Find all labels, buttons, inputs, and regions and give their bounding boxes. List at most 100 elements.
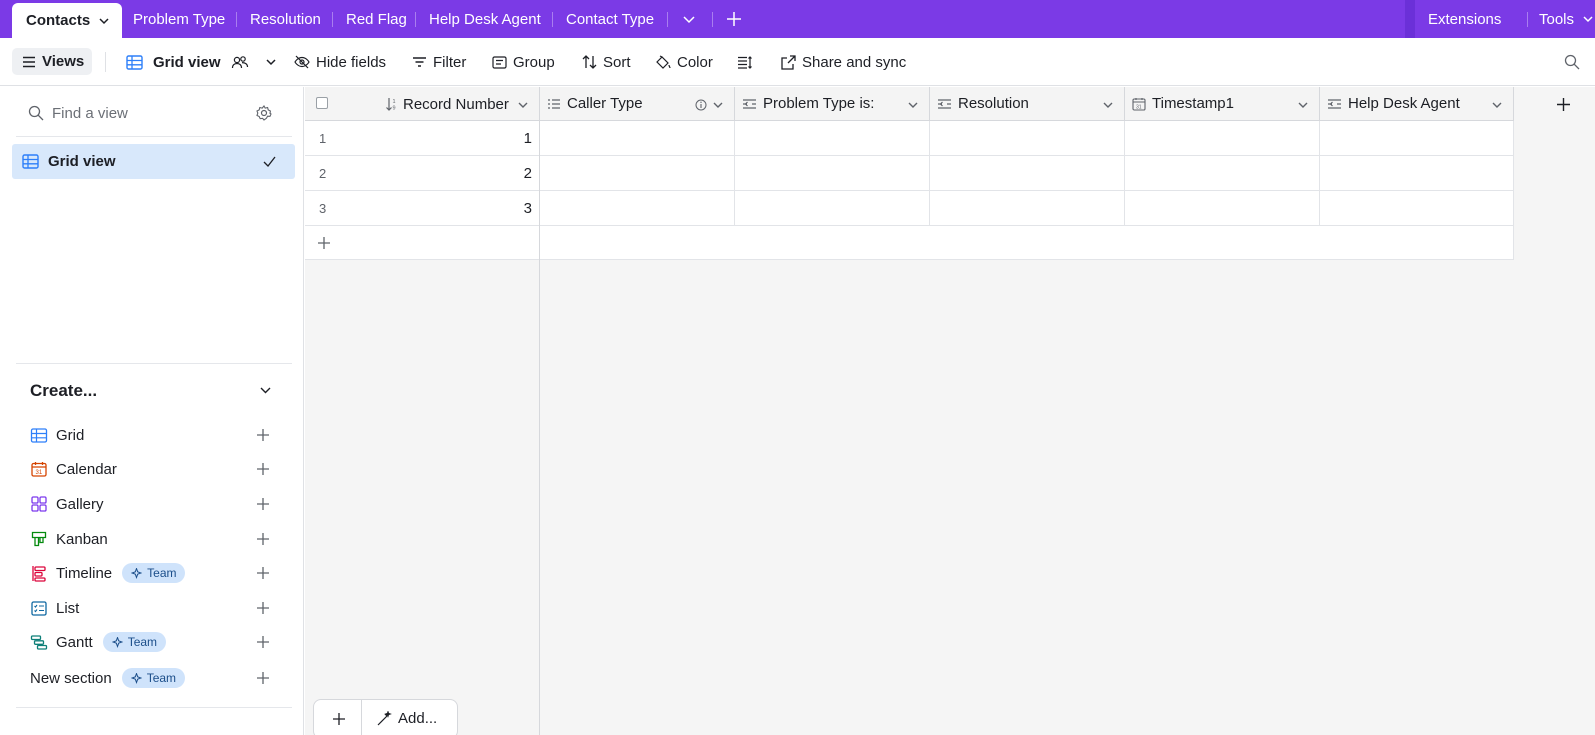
add-record-button[interactable]	[314, 700, 362, 735]
extensions-button[interactable]: Extensions	[1428, 0, 1501, 38]
info-icon[interactable]	[695, 99, 707, 111]
create-gantt-label: Gantt	[56, 633, 93, 651]
create-kanban[interactable]: Kanban	[30, 525, 280, 553]
grid-icon	[22, 154, 39, 169]
create-list[interactable]: List	[30, 594, 280, 622]
tab-divider	[667, 12, 668, 27]
more-tables-button[interactable]	[682, 0, 696, 38]
table-row[interactable]: 2 2	[305, 156, 540, 191]
share-and-sync-button[interactable]: Share and sync	[781, 38, 906, 86]
views-button[interactable]: Views	[12, 48, 92, 75]
create-calendar[interactable]: 31 Calendar	[30, 455, 280, 483]
tab-contact-type[interactable]: Contact Type	[566, 0, 654, 38]
find-view-input[interactable]	[52, 101, 252, 125]
column-header-caller-type[interactable]: Caller Type	[540, 87, 735, 121]
grid-icon	[126, 54, 143, 70]
group-label: Group	[513, 53, 555, 71]
sort-button[interactable]: Sort	[582, 38, 631, 86]
view-switcher[interactable]: Grid view	[126, 38, 283, 86]
select-all-checkbox[interactable]	[316, 97, 328, 109]
add-field-icon[interactable]	[1556, 97, 1571, 112]
caller-type-cell[interactable]	[540, 121, 735, 156]
row-height-button[interactable]	[737, 38, 759, 86]
caller-type-cell[interactable]	[540, 191, 735, 226]
resolution-cell[interactable]	[930, 191, 1125, 226]
check-icon	[263, 156, 276, 167]
create-timeline[interactable]: Timeline Team	[30, 559, 280, 587]
table-row[interactable]: 3 3	[305, 191, 540, 226]
views-label: Views	[42, 53, 85, 70]
sparkle-icon	[111, 636, 123, 648]
chevron-down-icon[interactable]	[517, 99, 529, 111]
create-grid[interactable]: Grid	[30, 421, 280, 449]
create-gantt[interactable]: Gantt Team	[30, 628, 280, 656]
column-label: Problem Type is:	[763, 95, 875, 112]
search-button[interactable]	[1564, 38, 1586, 86]
toolbar-divider	[105, 52, 106, 72]
row-height-icon	[738, 55, 752, 69]
timestamp-cell[interactable]	[1125, 156, 1320, 191]
multiselect-field-icon	[548, 98, 560, 109]
gantt-icon	[30, 634, 48, 650]
timestamp-cell[interactable]	[1125, 121, 1320, 156]
gallery-icon	[31, 496, 47, 512]
add-row-area[interactable]	[540, 226, 1514, 260]
filter-label: Filter	[433, 53, 467, 71]
resolution-cell[interactable]	[930, 156, 1125, 191]
timeline-icon	[32, 565, 46, 582]
problem-type-cell[interactable]	[735, 156, 930, 191]
add-menu-button[interactable]: Add...	[376, 710, 437, 727]
tools-button[interactable]: Tools	[1539, 0, 1594, 38]
column-header-timestamp1[interactable]: 31 Timestamp1	[1125, 87, 1320, 121]
column-label: Caller Type	[567, 95, 643, 112]
add-row-button[interactable]	[305, 226, 540, 260]
problem-type-cell[interactable]	[735, 191, 930, 226]
filter-button[interactable]: Filter	[412, 38, 466, 86]
tab-contacts-label: Contacts	[26, 12, 91, 29]
tab-divider	[332, 12, 333, 27]
gear-icon[interactable]	[256, 105, 272, 121]
chevron-down-icon[interactable]	[907, 99, 919, 111]
tab-red-flag[interactable]: Red Flag	[346, 0, 407, 38]
chevron-down-icon	[1583, 16, 1593, 23]
hide-fields-button[interactable]: Hide fields	[294, 38, 386, 86]
help-desk-agent-cell[interactable]	[1320, 191, 1514, 226]
record-number-cell: 3	[523, 200, 532, 217]
problem-type-cell[interactable]	[735, 121, 930, 156]
caller-type-cell[interactable]	[540, 156, 735, 191]
search-icon	[28, 105, 44, 121]
table-row[interactable]: 1 1	[305, 121, 540, 156]
column-header-problem-type[interactable]: Problem Type is:	[735, 87, 930, 121]
column-label: Record Number	[403, 96, 509, 113]
help-desk-agent-cell[interactable]	[1320, 156, 1514, 191]
create-new-section[interactable]: New section Team	[30, 664, 280, 692]
chevron-down-icon[interactable]	[1491, 99, 1503, 111]
group-button[interactable]: Group	[492, 38, 555, 86]
column-header-help-desk-agent[interactable]: Help Desk Agent	[1320, 87, 1514, 121]
create-gallery[interactable]: Gallery	[30, 490, 280, 518]
sidebar-view-grid[interactable]: Grid view	[12, 144, 295, 179]
column-header-resolution[interactable]: Resolution	[930, 87, 1125, 121]
timestamp-cell[interactable]	[1125, 191, 1320, 226]
help-desk-agent-cell[interactable]	[1320, 121, 1514, 156]
chevron-down-icon[interactable]	[1297, 99, 1309, 111]
tab-contacts[interactable]: Contacts	[12, 3, 123, 38]
create-list-label: List	[56, 599, 80, 617]
team-badge-label: Team	[127, 635, 158, 649]
chevron-down-icon[interactable]	[1102, 99, 1114, 111]
add-table-button[interactable]	[726, 0, 742, 38]
tab-problem-type[interactable]: Problem Type	[133, 0, 225, 38]
resolution-cell[interactable]	[930, 121, 1125, 156]
share-and-sync-label: Share and sync	[802, 53, 907, 71]
create-section-title[interactable]: Create...	[30, 381, 97, 401]
chevron-down-icon[interactable]	[259, 384, 272, 396]
grid-icon	[30, 427, 48, 443]
tab-resolution[interactable]: Resolution	[250, 0, 321, 38]
chevron-down-icon[interactable]	[712, 99, 724, 111]
plus-icon	[257, 567, 269, 579]
column-header-record-number[interactable]: 19 Record Number	[305, 87, 540, 121]
calendar-field-icon: 31	[1132, 97, 1146, 111]
row-number: 1	[319, 131, 327, 146]
color-button[interactable]: Color	[655, 38, 713, 86]
tab-help-desk-agent[interactable]: Help Desk Agent	[429, 0, 541, 38]
